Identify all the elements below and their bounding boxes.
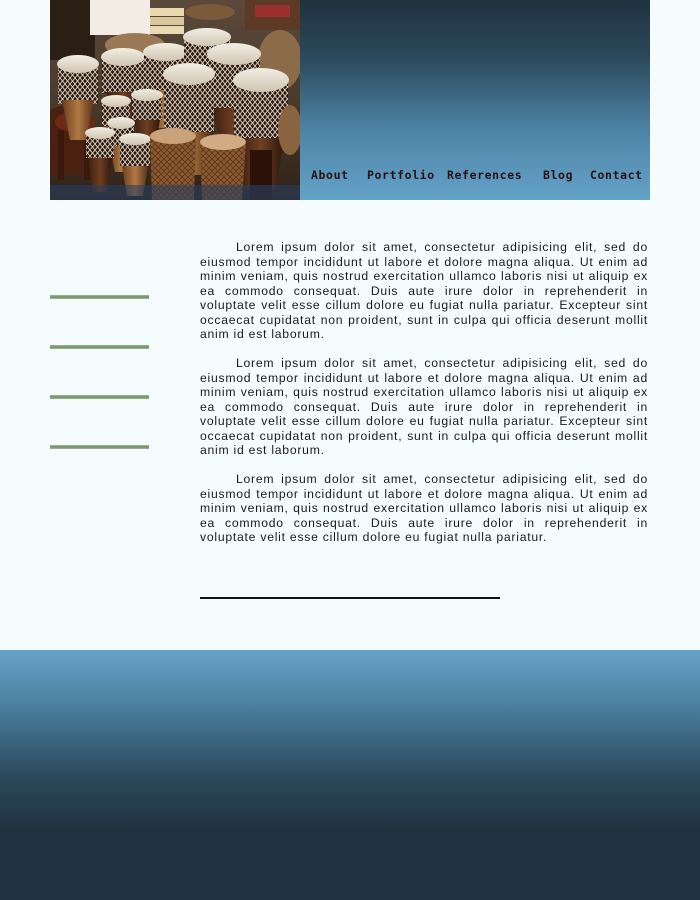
- main-content: Lorem ipsum dolor sit amet, consectetur …: [200, 240, 648, 559]
- body-paragraph-2: Lorem ipsum dolor sit amet, consectetur …: [200, 356, 648, 457]
- sidebar-divider-4: [50, 445, 149, 449]
- nav-link-blog[interactable]: Blog: [543, 168, 573, 182]
- main-nav: About Portfolio References Blog Contact: [300, 168, 650, 186]
- body-paragraph-1: Lorem ipsum dolor sit amet, consectetur …: [200, 240, 648, 341]
- djembe-drums-illustration: [50, 0, 300, 200]
- body-paragraph-3: Lorem ipsum dolor sit amet, consectetur …: [200, 472, 648, 544]
- nav-link-references[interactable]: References: [447, 168, 522, 182]
- nav-link-portfolio[interactable]: Portfolio: [367, 168, 435, 182]
- nav-link-about[interactable]: About: [311, 168, 349, 182]
- header-banner: About Portfolio References Blog Contact: [50, 0, 650, 200]
- sidebar-divider-1: [50, 295, 149, 299]
- sidebar-divider-2: [50, 345, 149, 349]
- content-divider: [200, 597, 500, 599]
- sidebar-divider-3: [50, 395, 149, 399]
- footer-band: [0, 650, 700, 900]
- nav-link-contact[interactable]: Contact: [590, 168, 643, 182]
- djembe-drums-photo: [50, 0, 300, 200]
